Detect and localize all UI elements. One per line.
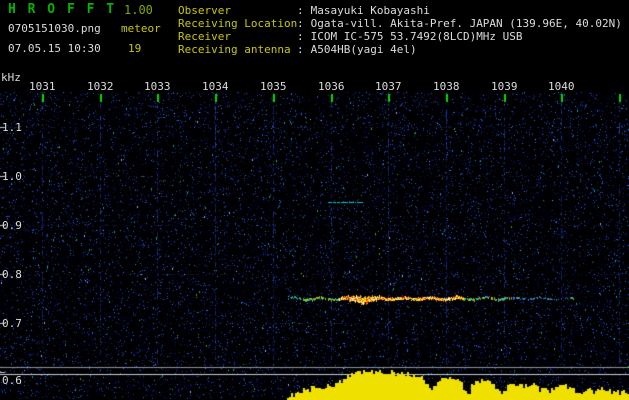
time-tick-1038: 1038 [433, 80, 460, 93]
colon: : [297, 43, 304, 56]
colon: : [297, 17, 304, 30]
info-label: Observer [178, 4, 231, 17]
spectrogram-canvas [0, 0, 629, 400]
info-row-antenna: Receiving antenna: A504HB(yagi 4el) [178, 43, 622, 56]
info-label: Receiver [178, 30, 231, 43]
filename: 0705151030.png [8, 22, 101, 35]
time-tick-1040: 1040 [548, 80, 575, 93]
time-tick-1032: 1032 [87, 80, 114, 93]
info-value: ICOM IC-575 53.7492(8LCD)MHz USB [310, 30, 523, 43]
info-value: A504HB(yagi 4el) [310, 43, 417, 56]
info-row-receiver: Receiver: ICOM IC-575 53.7492(8LCD)MHz US… [178, 30, 622, 43]
time-tick-1036: 1036 [318, 80, 345, 93]
freq-tick-0-6: 0.6 [2, 374, 22, 387]
freq-tick-0-9: 0.9 [2, 219, 22, 232]
info-row-location: Receiving Location: Ogata-vill. Akita-Pre… [178, 17, 622, 30]
info-label: Receiving Location [178, 17, 298, 30]
time-tick-1033: 1033 [144, 80, 171, 93]
freq-tick-1-0: 1.0 [2, 170, 22, 183]
time-tick-1031: 1031 [29, 80, 56, 93]
freq-tick-0-7: 0.7 [2, 317, 22, 330]
colon: : [297, 4, 304, 17]
freq-tick-1-1: 1.1 [2, 121, 22, 134]
colon: : [297, 30, 304, 43]
time-tick-1034: 1034 [202, 80, 229, 93]
freq-tick-0-8: 0.8 [2, 268, 22, 281]
mode-label: meteor [121, 22, 161, 35]
info-label: Receiving antenna [178, 43, 291, 56]
time-tick-1035: 1035 [260, 80, 287, 93]
hrofft-window: H R O F F T 1.00 0705151030.png meteor 0… [0, 0, 629, 400]
station-info: Observer: Masayuki Kobayashi Receiving Lo… [178, 4, 622, 56]
info-value: Ogata-vill. Akita-Pref. JAPAN (139.96E, … [310, 17, 622, 30]
datetime: 07.05.15 10:30 [8, 42, 101, 55]
meteor-count: 19 [128, 42, 142, 55]
time-tick-1037: 1037 [375, 80, 402, 93]
freq-axis-unit: kHz [1, 71, 21, 84]
app-version: 1.00 [124, 3, 153, 17]
info-value: Masayuki Kobayashi [310, 4, 430, 17]
time-tick-1039: 1039 [491, 80, 518, 93]
app-title: H R O F F T [8, 2, 117, 17]
info-row-observer: Observer: Masayuki Kobayashi [178, 4, 622, 17]
